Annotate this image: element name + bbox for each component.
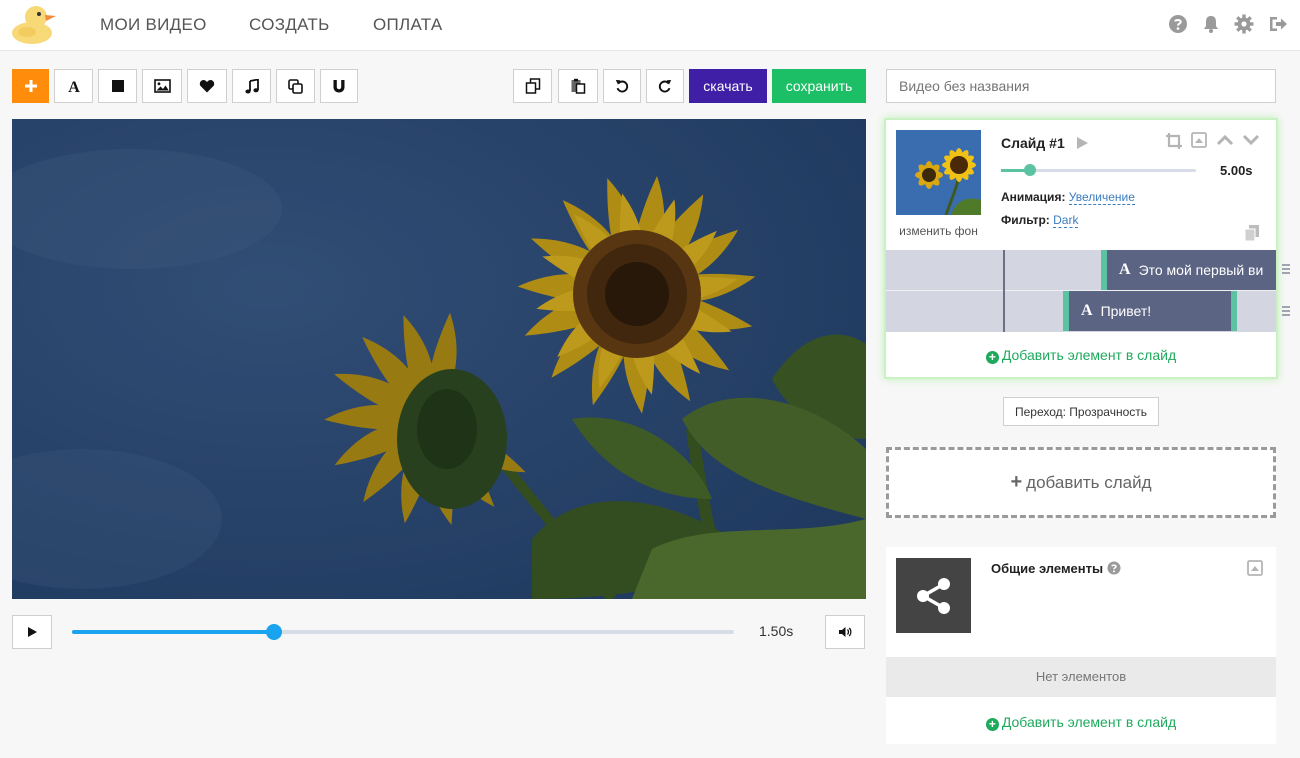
- chevron-down-icon[interactable]: [1242, 132, 1260, 153]
- filter-value-link[interactable]: Dark: [1053, 213, 1079, 228]
- play-icon: [28, 627, 37, 637]
- no-elements-message: Нет элементов: [886, 657, 1276, 697]
- square-icon: [111, 80, 124, 92]
- add-sticker-button[interactable]: [187, 69, 227, 103]
- copy-icon: [288, 78, 303, 94]
- plus-icon: [24, 80, 37, 92]
- gear-icon[interactable]: [1234, 14, 1254, 34]
- logout-icon[interactable]: [1268, 14, 1288, 34]
- plus-circle-icon: +: [985, 351, 999, 364]
- share-icon: [896, 558, 971, 633]
- text-icon: A: [1119, 261, 1131, 278]
- add-common-element-button[interactable]: + Добавить элемент в слайд: [886, 714, 1276, 731]
- common-elements-card: Общие элементы Нет элементов + Добавить э…: [886, 547, 1276, 744]
- add-music-button[interactable]: [232, 69, 271, 103]
- slide-duration-knob[interactable]: [1024, 164, 1037, 176]
- layer-label: Это мой первый ви: [1138, 262, 1264, 278]
- plus-icon: +: [1010, 471, 1023, 493]
- timeline-knob[interactable]: [265, 624, 282, 640]
- playback-timeline[interactable]: [72, 624, 734, 640]
- layer-drag-handle-2[interactable]: [1282, 306, 1290, 318]
- volume-button[interactable]: [825, 615, 865, 649]
- animation-value-link[interactable]: Увеличение: [1068, 190, 1135, 205]
- redo-button[interactable]: [646, 69, 684, 103]
- paste-icon: [571, 78, 586, 94]
- add-plus-button[interactable]: [12, 69, 49, 103]
- slide-play-icon[interactable]: [1075, 136, 1089, 155]
- filter-row: Фильтр: Dark: [1001, 213, 1079, 228]
- bell-icon[interactable]: [1201, 14, 1221, 34]
- music-icon: [244, 78, 259, 93]
- undo-icon: [615, 80, 629, 93]
- save-button[interactable]: сохранить: [772, 69, 866, 103]
- magnet-icon: [333, 79, 345, 92]
- filter-label: Фильтр:: [1001, 213, 1050, 227]
- text-icon: A: [68, 79, 80, 94]
- chevron-up-icon[interactable]: [1216, 132, 1234, 153]
- text-icon: A: [1081, 302, 1093, 319]
- nav-my-videos[interactable]: МОИ ВИДЕО: [100, 15, 207, 35]
- volume-icon: [839, 627, 852, 637]
- copy-button[interactable]: [513, 69, 552, 103]
- help-icon[interactable]: [1168, 14, 1188, 34]
- help-icon[interactable]: [1107, 561, 1121, 575]
- play-button[interactable]: [12, 615, 52, 649]
- nav-payment[interactable]: ОПЛАТА: [373, 15, 443, 35]
- common-elements-title: Общие элементы: [991, 561, 1121, 576]
- image-icon: [153, 79, 171, 93]
- duplicate-button[interactable]: [276, 69, 315, 103]
- top-header: МОИ ВИДЕО СОЗДАТЬ ОПЛАТА: [0, 0, 1300, 51]
- undo-button[interactable]: [603, 69, 641, 103]
- slide-title: Слайд #1: [1001, 135, 1065, 151]
- timeline-cursor: [1003, 250, 1005, 332]
- heart-icon: [199, 80, 215, 93]
- layer-drag-handle-1[interactable]: [1282, 264, 1290, 276]
- add-slide-button[interactable]: + добавить слайд: [886, 447, 1276, 518]
- plus-circle-icon: +: [985, 718, 999, 731]
- preview-sunflower-image: [12, 119, 866, 599]
- nav-create[interactable]: СОЗДАТЬ: [249, 15, 330, 35]
- collapse-icon[interactable]: [1247, 560, 1263, 581]
- add-element-to-slide-button[interactable]: + Добавить элемент в слайд: [886, 347, 1276, 364]
- copy-icon: [525, 78, 540, 94]
- duck-logo[interactable]: [10, 3, 60, 45]
- slide-layers-timeline: A Это мой первый ви A Привет!: [886, 250, 1276, 332]
- svg-text:A: A: [68, 79, 80, 94]
- animation-label: Анимация:: [1001, 190, 1066, 204]
- collapse-icon[interactable]: [1191, 132, 1207, 153]
- slide-duration-slider[interactable]: [1001, 164, 1196, 176]
- video-preview[interactable]: [12, 119, 866, 599]
- crop-icon[interactable]: [1165, 132, 1183, 155]
- slide-card: изменить фон Слайд #1 5.00s Анимация: Ув…: [886, 120, 1276, 377]
- transition-button[interactable]: Переход: Прозрачность: [1003, 397, 1159, 426]
- layer-text-1[interactable]: A Это мой первый ви: [1101, 250, 1276, 290]
- redo-icon: [658, 80, 672, 93]
- timeline-progress: [72, 630, 274, 634]
- snap-button[interactable]: [320, 69, 358, 103]
- add-image-button[interactable]: [142, 69, 182, 103]
- paste-button[interactable]: [558, 69, 598, 103]
- slide-thumbnail[interactable]: [896, 130, 981, 215]
- layer-text-2[interactable]: A Привет!: [1063, 291, 1237, 331]
- download-button[interactable]: скачать: [689, 69, 767, 103]
- add-text-button[interactable]: A: [54, 69, 93, 103]
- layer-label: Привет!: [1100, 303, 1152, 319]
- slide-duration-value: 5.00s: [1220, 163, 1253, 178]
- animation-row: Анимация: Увеличение: [1001, 190, 1135, 205]
- add-shape-button[interactable]: [98, 69, 137, 103]
- video-title-input[interactable]: [886, 69, 1276, 103]
- change-background-link[interactable]: изменить фон: [886, 224, 991, 238]
- copy-slide-icon[interactable]: [1244, 224, 1260, 247]
- current-time: 1.50s: [759, 623, 794, 639]
